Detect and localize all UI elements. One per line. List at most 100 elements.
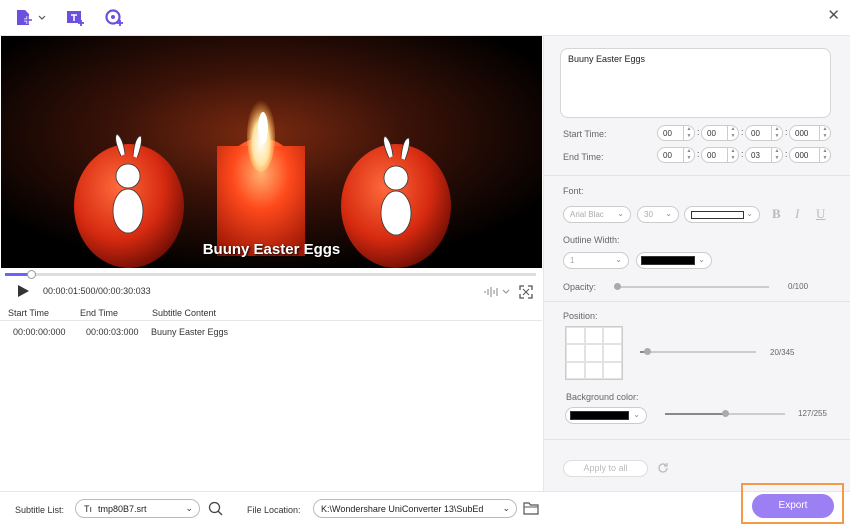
position-cell[interactable] — [603, 344, 622, 362]
start-ms-stepper[interactable]: 000 ▲ ▼ — [789, 125, 831, 141]
position-label: Position: — [563, 311, 598, 321]
end-seconds-value: 03 — [751, 151, 760, 160]
add-recording-icon[interactable] — [104, 8, 124, 28]
fullscreen-icon[interactable] — [519, 285, 533, 301]
reset-icon[interactable] — [656, 461, 670, 477]
time-separator: : — [785, 149, 788, 159]
subtitle-file-icon: Tı — [84, 504, 92, 514]
search-icon[interactable] — [208, 501, 223, 518]
chevron-down-icon: ⌄ — [502, 503, 510, 513]
outline-width-value: 1 — [570, 256, 575, 265]
seek-handle[interactable] — [27, 270, 36, 279]
opacity-slider[interactable] — [614, 283, 769, 290]
subtitle-file-value: tmp80B7.srt — [98, 504, 147, 514]
time-separator: : — [741, 149, 744, 159]
position-slider[interactable] — [640, 348, 756, 355]
column-header-start: Start Time — [8, 308, 50, 318]
position-cell[interactable] — [584, 361, 604, 379]
time-separator: : — [785, 127, 788, 137]
start-hours-stepper[interactable]: 00 ▲ ▼ — [657, 125, 695, 141]
italic-button[interactable]: I — [795, 206, 799, 222]
background-color-select[interactable]: ⌄ — [565, 407, 647, 424]
column-header-end: End Time — [80, 308, 119, 318]
position-cell[interactable] — [603, 361, 622, 379]
underline-button[interactable]: U — [816, 206, 825, 222]
subtitle-text-input[interactable]: Buuny Easter Eggs — [560, 48, 831, 118]
waveform-icon[interactable] — [483, 286, 511, 300]
font-size-value: 30 — [644, 210, 653, 219]
stepper-arrows-icon[interactable]: ▲ ▼ — [771, 126, 782, 140]
apply-to-all-button[interactable]: Apply to all — [563, 460, 648, 477]
background-color-label: Background color: — [566, 392, 639, 402]
end-ms-value: 000 — [795, 151, 809, 160]
outline-width-label: Outline Width: — [563, 235, 620, 245]
stepper-arrows-icon[interactable]: ▲ ▼ — [727, 148, 738, 162]
section-divider — [544, 439, 850, 440]
font-label: Font: — [563, 186, 584, 196]
add-file-icon[interactable] — [14, 8, 46, 28]
background-opacity-slider[interactable] — [665, 410, 785, 417]
section-divider — [544, 301, 850, 302]
position-value: 20/345 — [770, 348, 795, 357]
start-minutes-value: 00 — [707, 129, 716, 138]
subtitle-overlay: Buuny Easter Eggs — [202, 241, 341, 258]
bottom-bar: Subtitle List: Tı tmp80B7.srt ⌄ File Loc… — [0, 491, 850, 528]
subtitle-list-select[interactable]: Tı tmp80B7.srt ⌄ — [75, 499, 200, 518]
end-ms-stepper[interactable]: 000 ▲ ▼ — [789, 147, 831, 163]
add-subtitle-icon[interactable] — [65, 8, 85, 28]
video-preview: Buuny Easter Eggs — [1, 36, 542, 268]
end-time-label: End Time: — [563, 152, 604, 162]
column-header-content: Subtitle Content — [152, 308, 217, 318]
opacity-slider-handle[interactable] — [614, 283, 621, 290]
position-slider-handle[interactable] — [644, 348, 651, 355]
outline-color-select[interactable]: ⌄ — [636, 252, 712, 269]
table-row[interactable]: 00:00:00:000 00:00:03:000 Buuny Easter E… — [0, 322, 542, 342]
position-cell[interactable] — [566, 344, 585, 362]
video-frame-image — [1, 36, 542, 268]
end-minutes-stepper[interactable]: 00 ▲ ▼ — [701, 147, 739, 163]
stepper-arrows-icon[interactable]: ▲ ▼ — [727, 126, 738, 140]
time-separator: : — [741, 127, 744, 137]
folder-icon[interactable] — [523, 501, 539, 517]
position-cell[interactable] — [584, 344, 604, 362]
play-button[interactable] — [16, 284, 30, 300]
time-separator: : — [697, 127, 700, 137]
font-family-select[interactable]: Arial Blac ⌄ — [563, 206, 631, 223]
start-minutes-stepper[interactable]: 00 ▲ ▼ — [701, 125, 739, 141]
background-color-swatch — [570, 411, 629, 420]
file-location-select[interactable]: K:\Wondershare UniConverter 13\SubEd ⌄ — [313, 499, 517, 518]
playback-time: 00:00:01:500/00:00:30:033 — [43, 286, 151, 296]
end-seconds-stepper[interactable]: 03 ▲ ▼ — [745, 147, 783, 163]
position-grid[interactable] — [565, 326, 623, 380]
subtitle-editor-panel: Buuny Easter Eggs Start Time: End Time: … — [543, 36, 850, 491]
stepper-arrows-icon[interactable]: ▲ ▼ — [819, 126, 830, 140]
seek-bar[interactable] — [5, 270, 536, 279]
end-hours-value: 00 — [663, 151, 672, 160]
position-cell[interactable] — [584, 327, 604, 345]
time-separator: : — [697, 149, 700, 159]
position-cell[interactable] — [566, 327, 585, 345]
stepper-arrows-icon[interactable]: ▲ ▼ — [819, 148, 830, 162]
background-slider-handle[interactable] — [722, 410, 729, 417]
bold-button[interactable]: B — [772, 206, 781, 222]
end-hours-stepper[interactable]: 00 ▲ ▼ — [657, 147, 695, 163]
font-color-select[interactable]: ⌄ — [684, 206, 760, 223]
row-start-time: 00:00:00:000 — [13, 327, 66, 337]
font-size-select[interactable]: 30 ⌄ — [637, 206, 679, 223]
start-hours-value: 00 — [663, 129, 672, 138]
chevron-down-icon: ⌄ — [633, 410, 640, 419]
start-seconds-stepper[interactable]: 00 ▲ ▼ — [745, 125, 783, 141]
position-cell[interactable] — [566, 361, 585, 379]
export-button[interactable]: Export — [752, 494, 834, 518]
stepper-arrows-icon[interactable]: ▲ ▼ — [683, 126, 694, 140]
section-divider — [544, 175, 850, 176]
start-time-label: Start Time: — [563, 129, 607, 139]
stepper-arrows-icon[interactable]: ▲ ▼ — [683, 148, 694, 162]
close-icon[interactable]: ✕ — [827, 6, 840, 24]
outline-width-select[interactable]: 1 ⌄ — [563, 252, 629, 269]
table-divider — [0, 320, 542, 321]
position-cell[interactable] — [603, 327, 622, 345]
stepper-arrows-icon[interactable]: ▲ ▼ — [771, 148, 782, 162]
subtitle-list-label: Subtitle List: — [15, 505, 65, 515]
chevron-down-icon: ⌄ — [698, 255, 705, 264]
